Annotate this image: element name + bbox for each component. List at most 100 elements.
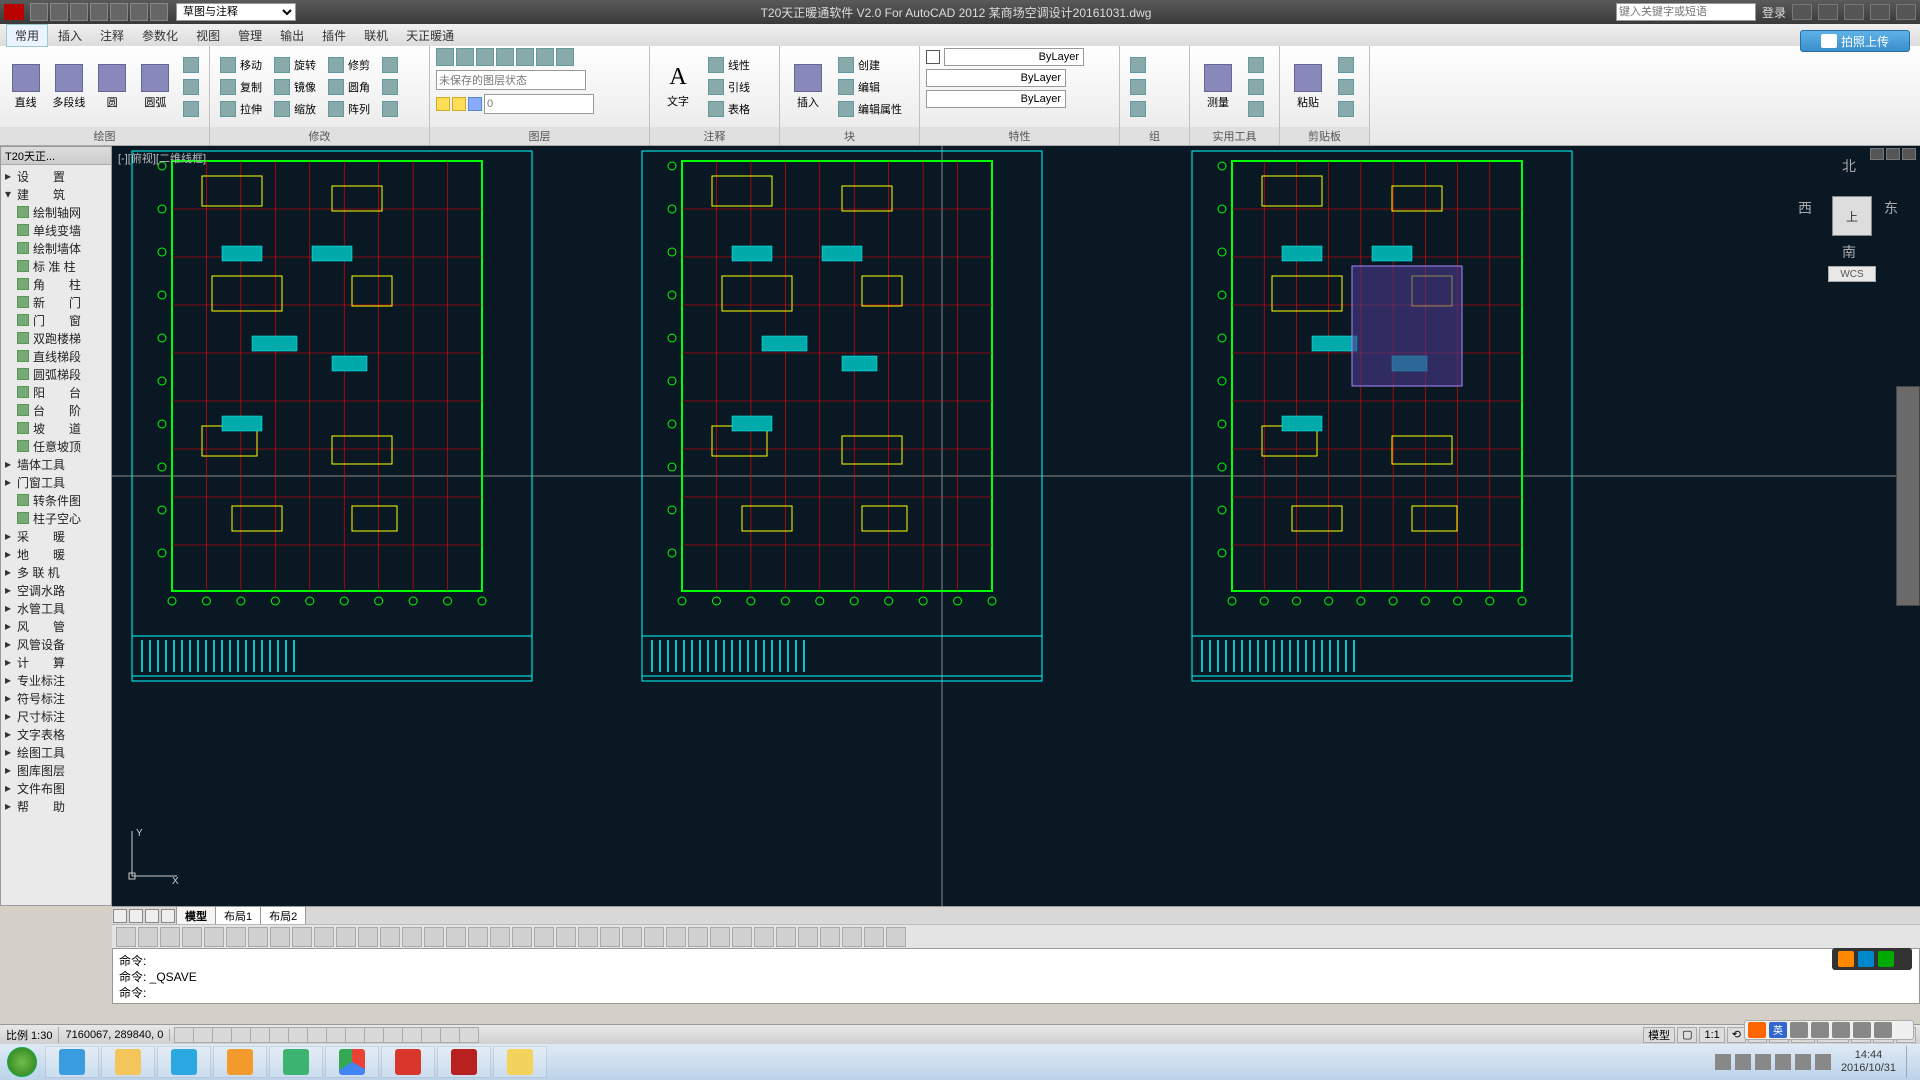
util-1[interactable] (1244, 55, 1268, 75)
status-toggle-15[interactable] (459, 1027, 479, 1043)
tab-addins[interactable]: 插件 (314, 25, 354, 46)
tree-item[interactable]: 坡 道 (1, 419, 111, 437)
toolbar-btn-15[interactable] (446, 927, 466, 947)
viewcube-north[interactable]: 北 (1842, 156, 1856, 176)
tree-item[interactable]: ▸风 管 (1, 617, 111, 635)
text-button[interactable]: A文字 (656, 52, 700, 122)
show-desktop-button[interactable] (1906, 1046, 1916, 1078)
ime-tool-icon[interactable] (1874, 1022, 1892, 1038)
erase-button[interactable] (378, 55, 402, 75)
task-browser2[interactable] (269, 1046, 323, 1078)
task-help[interactable] (493, 1046, 547, 1078)
toolbar-btn-11[interactable] (358, 927, 378, 947)
status-toggle-9[interactable] (345, 1027, 365, 1043)
tree-item[interactable]: 转条件图 (1, 491, 111, 509)
layer-off-icon[interactable] (536, 48, 554, 66)
drawing-area[interactable]: [-][俯视][二维线框] 北 南 西 东 上 WCS Y X (112, 146, 1920, 906)
toolbar-btn-33[interactable] (842, 927, 862, 947)
start-button[interactable] (0, 1044, 44, 1080)
ime-toolbar[interactable]: 英 (1744, 1020, 1914, 1040)
table-button[interactable]: 表格 (704, 99, 754, 119)
toolbar-btn-17[interactable] (490, 927, 510, 947)
tab-annotate[interactable]: 注释 (92, 25, 132, 46)
toolbar-btn-16[interactable] (468, 927, 488, 947)
maximize-icon[interactable] (1870, 4, 1890, 20)
toolbar-btn-25[interactable] (666, 927, 686, 947)
tree-item[interactable]: ▸设 置 (1, 167, 111, 185)
panel-title-util[interactable]: 实用工具 (1190, 127, 1279, 145)
layer-iso-icon[interactable] (476, 48, 494, 66)
toolbar-btn-35[interactable] (886, 927, 906, 947)
status-toggle-14[interactable] (440, 1027, 460, 1043)
toolbar-btn-24[interactable] (644, 927, 664, 947)
viewcube-west[interactable]: 西 (1798, 198, 1812, 218)
tree-item[interactable]: ▸墙体工具 (1, 455, 111, 473)
status-toggle-5[interactable] (269, 1027, 289, 1043)
ime-lang-icon[interactable]: 英 (1769, 1022, 1787, 1038)
dim-linear-button[interactable]: 线性 (704, 55, 754, 75)
task-chrome[interactable] (325, 1046, 379, 1078)
toolbar-btn-12[interactable] (380, 927, 400, 947)
lock-badge-2[interactable] (1858, 951, 1874, 967)
status-toggle-7[interactable] (307, 1027, 327, 1043)
group-btn-3[interactable] (1126, 99, 1150, 119)
circle-button[interactable]: 圆 (93, 52, 132, 122)
task-app1[interactable] (157, 1046, 211, 1078)
layer-tool-icon[interactable] (456, 48, 474, 66)
ime-logo-icon[interactable] (1748, 1022, 1766, 1038)
status-toggle-3[interactable] (231, 1027, 251, 1043)
tree-item[interactable]: ▸水管工具 (1, 599, 111, 617)
tree-item[interactable]: ▸空调水路 (1, 581, 111, 599)
trim-button[interactable]: 修剪 (324, 55, 374, 75)
toolbar-btn-26[interactable] (688, 927, 708, 947)
wcs-badge[interactable]: WCS (1828, 266, 1876, 282)
status-toggle-11[interactable] (383, 1027, 403, 1043)
qat-redo-icon[interactable] (110, 3, 128, 21)
tab-tangent[interactable]: 天正暖通 (398, 25, 462, 46)
toolbar-btn-1[interactable] (138, 927, 158, 947)
toolbar-btn-6[interactable] (248, 927, 268, 947)
tray-net-icon[interactable] (1735, 1054, 1751, 1070)
ime-menu-icon[interactable] (1832, 1022, 1850, 1038)
tab-nav-prev-icon[interactable] (129, 909, 143, 923)
toolbar-btn-27[interactable] (710, 927, 730, 947)
workspace-select[interactable]: 草图与注释 (176, 3, 296, 21)
panel-title-modify[interactable]: 修改 (210, 127, 429, 145)
tree-item[interactable]: 角 柱 (1, 275, 111, 293)
task-ie[interactable] (45, 1046, 99, 1078)
tree-item[interactable]: 直线梯段 (1, 347, 111, 365)
status-toggle-6[interactable] (288, 1027, 308, 1043)
layer-prop-icon[interactable] (436, 48, 454, 66)
task-media[interactable] (213, 1046, 267, 1078)
toolbar-btn-32[interactable] (820, 927, 840, 947)
toolbar-btn-14[interactable] (424, 927, 444, 947)
cut-button[interactable] (1334, 55, 1358, 75)
color-select[interactable]: ByLayer (944, 48, 1084, 66)
toolbar-btn-13[interactable] (402, 927, 422, 947)
ime-skin-icon[interactable] (1853, 1022, 1871, 1038)
tab-layout1[interactable]: 布局1 (215, 906, 261, 926)
rotate-button[interactable]: 旋转 (270, 55, 320, 75)
navigation-bar[interactable] (1896, 386, 1920, 606)
tab-insert[interactable]: 插入 (50, 25, 90, 46)
scale-button[interactable]: 缩放 (270, 99, 320, 119)
ime-punct-icon[interactable] (1790, 1022, 1808, 1038)
tray-clock[interactable]: 14:44 2016/10/31 (1835, 1049, 1902, 1075)
toolbar-btn-30[interactable] (776, 927, 796, 947)
toolbar-btn-23[interactable] (622, 927, 642, 947)
toolbar-btn-19[interactable] (534, 927, 554, 947)
util-3[interactable] (1244, 99, 1268, 119)
toolbar-btn-7[interactable] (270, 927, 290, 947)
tree-item[interactable]: ▸专业标注 (1, 671, 111, 689)
tree-item[interactable]: ▸图库图层 (1, 761, 111, 779)
tree-item[interactable]: ▸尺寸标注 (1, 707, 111, 725)
task-autocad[interactable] (437, 1046, 491, 1078)
qat-save-icon[interactable] (70, 3, 88, 21)
tree-item[interactable]: 任意坡顶 (1, 437, 111, 455)
tab-manage[interactable]: 管理 (230, 25, 270, 46)
task-pdf[interactable] (381, 1046, 435, 1078)
toolbar-btn-21[interactable] (578, 927, 598, 947)
tree-item[interactable]: ▸符号标注 (1, 689, 111, 707)
layer-lock-icon[interactable] (516, 48, 534, 66)
toolbar-btn-4[interactable] (204, 927, 224, 947)
